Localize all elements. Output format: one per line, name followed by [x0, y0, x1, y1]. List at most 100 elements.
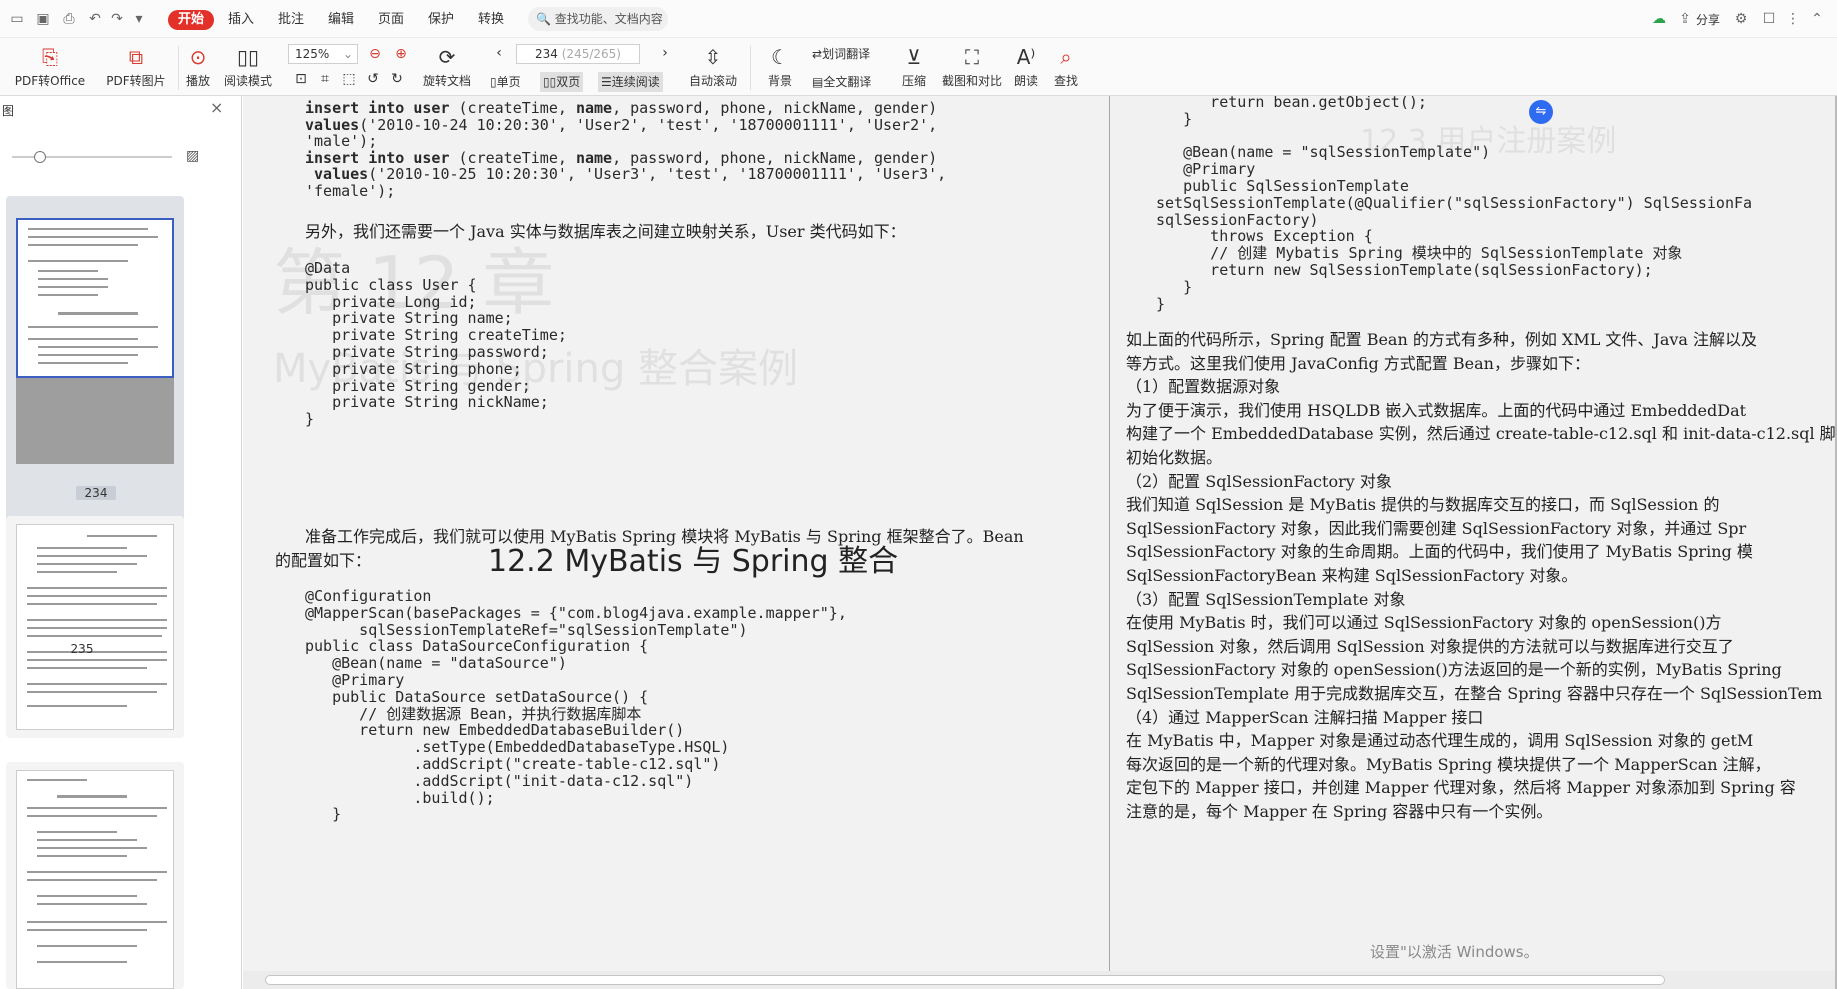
code-token: values: [305, 115, 360, 134]
quick-access-dropdown-icon[interactable]: ▾: [130, 10, 148, 28]
text-line: 定包下的 Mapper 接口，并创建 Mapper 代理对象，然后将 Mappe…: [1126, 778, 1796, 798]
skin-icon[interactable]: ☐: [1760, 10, 1778, 28]
thumbnail-page-234[interactable]: 234: [6, 196, 184, 542]
tab-convert[interactable]: 转换: [478, 10, 504, 30]
play-button[interactable]: ⊙ 播放: [180, 42, 216, 94]
code-line: 'male');: [305, 133, 946, 150]
reading-mode-button[interactable]: ▯▯ 阅读模式: [222, 42, 274, 94]
image-view-icon[interactable]: ▨: [186, 148, 199, 164]
crop-icon[interactable]: ⌗: [316, 70, 334, 88]
tab-protect[interactable]: 保护: [428, 10, 454, 30]
previous-page-icon[interactable]: ‹: [490, 44, 508, 62]
code-token: ('2010-10-24 10:20:30', 'User2', 'test',…: [359, 115, 938, 134]
print-icon[interactable]: ⎙: [60, 10, 78, 28]
translate-icon: ⇄: [812, 47, 823, 61]
rotate-right-icon[interactable]: ↻: [388, 70, 406, 88]
zoom-select[interactable]: 125% ⌄: [288, 44, 358, 64]
code-line: // 创建 Mybatis Spring 模块中的 SqlSessionTemp…: [1156, 244, 1683, 263]
find-button[interactable]: ⌕ 查找: [1048, 42, 1084, 94]
save-icon[interactable]: ▣: [34, 10, 52, 28]
translate-float-icon[interactable]: ⇋: [1529, 100, 1553, 124]
open-folder-icon[interactable]: ▭: [8, 10, 26, 28]
code-line: }: [1156, 109, 1193, 128]
text-line: 在使用 MyBatis 时，我们可以通过 SqlSessionFactory 对…: [1126, 613, 1722, 633]
tab-page[interactable]: 页面: [378, 10, 404, 30]
background-button[interactable]: ☾ 背景: [756, 42, 804, 94]
page-total: (245/265): [561, 47, 621, 61]
menu-bar: ▭ ▣ ⎙ ↶ ↷ ▾ 开始 插入 批注 编辑 页面 保护 转换 🔍 查找功能、…: [0, 0, 1837, 38]
code-line: @MapperScan(basePackages = {"com.blog4ja…: [305, 603, 847, 622]
continuous-reading-button[interactable]: ☰连续阅读: [598, 72, 663, 92]
redo-icon[interactable]: ↷: [108, 10, 126, 28]
code-line: }: [305, 410, 315, 429]
undo-icon[interactable]: ↶: [86, 10, 104, 28]
page-number-input[interactable]: 234 (245/265): [516, 44, 640, 64]
text-line: （1）配置数据源对象: [1126, 377, 1281, 397]
thumbnail-sidebar: 图 × ▨ 234 235: [0, 96, 242, 989]
code-line: @Primary: [1156, 160, 1256, 179]
code-line: values('2010-10-24 10:20:30', 'User2', '…: [305, 115, 946, 134]
code-line: private String createTime;: [305, 326, 567, 345]
thumbnail-size-slider[interactable]: [12, 151, 172, 163]
share-icon[interactable]: ⇪: [1676, 10, 1694, 28]
word-translate-button[interactable]: ⇄划词翻译: [812, 44, 870, 64]
code-line: // 创建数据源 Bean，并执行数据库脚本: [305, 704, 642, 723]
code-line: setSqlSessionTemplate(@Qualifier("sqlSes…: [1156, 193, 1753, 212]
code-block-sql: insert into user (createTime, name, pass…: [305, 100, 946, 200]
code-line: @Data: [305, 259, 351, 277]
tab-insert[interactable]: 插入: [228, 10, 254, 30]
select-area-icon[interactable]: ⬚: [340, 70, 358, 88]
document-viewer[interactable]: 第 12 章 MyBatis 与 Spring 整合案例 insert into…: [243, 96, 1837, 989]
settings-icon[interactable]: ⚙: [1732, 10, 1750, 28]
continuous-icon: ☰: [601, 75, 612, 89]
thumbnail-page-236[interactable]: [6, 762, 184, 989]
compress-button[interactable]: ⊻ 压缩: [894, 42, 934, 94]
read-aloud-button[interactable]: A⁾ 朗读: [1008, 42, 1044, 94]
share-button[interactable]: 分享: [1696, 10, 1720, 30]
tab-edit[interactable]: 编辑: [328, 10, 354, 30]
auto-scroll-button[interactable]: ⇳ 自动滚动: [684, 42, 742, 94]
code-block-session-template: return bean.getObject(); } @Bean(name = …: [1156, 96, 1752, 312]
full-translate-button[interactable]: ▤全文翻译: [812, 72, 871, 92]
scrollbar-thumb[interactable]: [265, 975, 1665, 985]
cloud-sync-icon[interactable]: ☁: [1650, 10, 1668, 28]
function-search[interactable]: 🔍 查找功能、文档内容: [528, 7, 668, 31]
close-icon[interactable]: ×: [210, 98, 223, 117]
horizontal-scrollbar[interactable]: [243, 971, 1837, 989]
rotate-document-button[interactable]: ⟳ 旋转文档: [418, 42, 476, 94]
chevron-down-icon: ⌄: [342, 47, 353, 61]
divider: [750, 46, 751, 90]
more-icon[interactable]: ⋮: [1784, 10, 1802, 28]
tab-home[interactable]: 开始: [168, 10, 215, 30]
continuous-label: 连续阅读: [611, 75, 660, 89]
screenshot-compare-button[interactable]: ⛶ 截图和对比: [940, 42, 1004, 94]
paragraph: 准备工作完成后，我们就可以使用 MyBatis Spring 模块将 MyBat…: [305, 527, 1024, 546]
pdf-to-image-button[interactable]: ⧉ PDF转图片: [100, 42, 172, 94]
thumbnail-image: [16, 770, 174, 989]
tab-annotate[interactable]: 批注: [278, 10, 304, 30]
slider-handle[interactable]: [34, 151, 46, 163]
text-line: 在 MyBatis 中，Mapper 对象是通过动态代理生成的，调用 SqlSe…: [1126, 731, 1754, 751]
zoom-in-icon[interactable]: ⊕: [392, 45, 410, 63]
rotate-left-icon[interactable]: ↺: [364, 70, 382, 88]
collapse-ribbon-icon[interactable]: ⌃: [1808, 10, 1826, 28]
auto-scroll-icon: ⇳: [704, 45, 722, 69]
ribbon-toolbar: ⎘ PDF转Office ⧉ PDF转图片 ⊙ 播放 ▯▯ 阅读模式 125% …: [0, 38, 1837, 96]
double-page-icon: ▯▯: [543, 75, 557, 89]
code-line: public SqlSessionTemplate: [1156, 176, 1409, 195]
code-line: sqlSessionTemplateRef="sqlSessionTemplat…: [305, 620, 748, 639]
fit-page-icon[interactable]: ⊡: [292, 70, 310, 88]
pdf-to-office-button[interactable]: ⎘ PDF转Office: [8, 42, 92, 94]
single-page-button[interactable]: ▯单页: [490, 72, 521, 92]
code-line: return bean.getObject();: [1156, 96, 1427, 111]
zoom-out-icon[interactable]: ⊖: [366, 45, 384, 63]
thumbnail-page-235[interactable]: [6, 516, 184, 738]
text-line: 初始化数据。: [1126, 447, 1223, 467]
next-page-icon[interactable]: ›: [656, 44, 674, 62]
find-label: 查找: [1053, 74, 1078, 88]
code-line: private String password;: [305, 342, 549, 361]
code-line: }: [1156, 277, 1193, 296]
double-page-button[interactable]: ▯▯双页: [540, 72, 584, 92]
search-icon: 🔍: [536, 12, 551, 26]
